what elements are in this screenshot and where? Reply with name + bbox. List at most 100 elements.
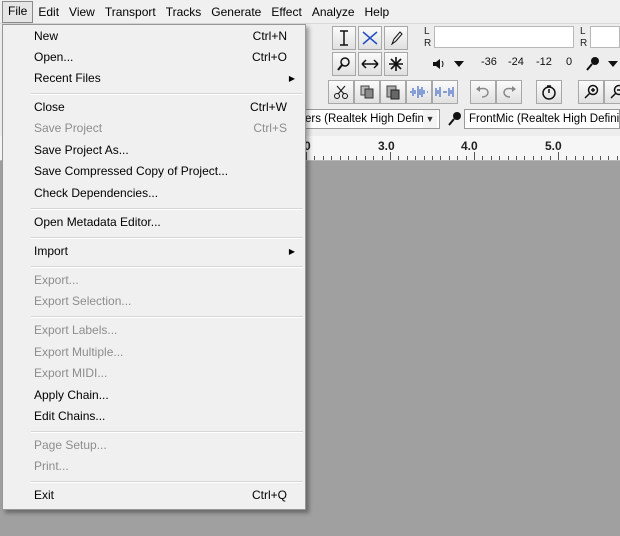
meter-scale-12: -12 [536,56,552,68]
trim-audio-icon[interactable] [406,80,432,104]
ruler-tick [541,156,542,160]
meter2-left-label: L [580,26,586,37]
menu-item-export-midi[interactable]: Export MIDI... [3,363,305,384]
menu-item-export-labels[interactable]: Export Labels... [3,320,305,341]
menu-separator [31,208,303,210]
menu-item-label: Page Setup... [34,438,107,452]
ruler-label: 5.0 [545,139,562,153]
ruler-tick [398,156,399,160]
menu-analyze[interactable]: Analyze [307,2,360,22]
chevron-down-icon[interactable] [600,52,620,76]
ruler-tick [491,156,492,160]
menu-item-label: Export Multiple... [34,345,124,359]
menu-item-save-project[interactable]: Save Project Ctrl+S [3,118,305,139]
chevron-down-icon: ▼ [423,110,437,128]
menu-item-shortcut: Ctrl+O [251,50,287,64]
menu-edit[interactable]: Edit [33,2,64,22]
envelope-tool-icon[interactable] [358,26,382,50]
menu-item-label: Print... [34,459,69,473]
playback-meter[interactable] [434,26,574,48]
menu-item-label: Export... [34,273,79,287]
ruler-tick [356,156,357,160]
ruler-tick [550,156,551,160]
sync-lock-icon[interactable] [536,80,562,104]
silence-audio-icon[interactable] [432,80,458,104]
menu-item-edit-chains[interactable]: Edit Chains... [3,406,305,427]
menu-item-export-multiple[interactable]: Export Multiple... [3,342,305,363]
menu-item-exit[interactable]: Exit Ctrl+Q [3,485,305,506]
menu-item-save-compressed-copy[interactable]: Save Compressed Copy of Project... [3,161,305,182]
menu-item-save-project-as[interactable]: Save Project As... [3,140,305,161]
menu-effect[interactable]: Effect [266,2,306,22]
draw-tool-icon[interactable] [384,26,408,50]
menu-item-open-metadata-editor[interactable]: Open Metadata Editor... [3,212,305,233]
undo-icon[interactable] [470,80,496,104]
menu-item-export[interactable]: Export... [3,270,305,291]
ruler-tick [575,156,576,160]
ruler-tick [600,156,601,160]
submenu-arrow-icon: ▶ [288,247,295,256]
output-device-select[interactable]: ers (Realtek High Definit ▼ [300,109,440,129]
menu-item-shortcut: Ctrl+S [253,121,287,135]
menu-item-export-selection[interactable]: Export Selection... [3,291,305,312]
copy-icon[interactable] [354,80,380,104]
ruler-tick [533,156,534,160]
menu-item-import[interactable]: Import ▶ [3,241,305,262]
ruler-tick [499,156,500,160]
menu-generate[interactable]: Generate [206,2,266,22]
menu-item-shortcut: Ctrl+Q [251,488,287,502]
input-device-select[interactable]: FrontMic (Realtek High Definiti [464,109,620,129]
output-device-value: ers (Realtek High Definit [305,113,430,125]
ruler-tick [466,156,467,160]
ruler-tick [306,152,307,160]
menu-item-apply-chain[interactable]: Apply Chain... [3,385,305,406]
ruler-tick [340,156,341,160]
zoom-in-icon[interactable] [578,80,604,104]
menu-item-shortcut: Ctrl+N [252,29,287,43]
record-meter[interactable] [590,26,620,48]
menu-item-label: Open... [34,50,74,64]
menu-item-page-setup[interactable]: Page Setup... [3,435,305,456]
ruler-tick [440,156,441,160]
ruler-tick [524,156,525,160]
file-menu: New Ctrl+N Open... Ctrl+O Recent Files ▶… [2,24,306,510]
menu-item-recent-files[interactable]: Recent Files ▶ [3,68,305,89]
ruler-tick [323,156,324,160]
time-shift-tool-icon[interactable] [358,52,382,76]
menu-item-new[interactable]: New Ctrl+N [3,26,305,47]
ruler-tick [331,156,332,160]
meter-scale-24: -24 [508,56,524,68]
ruler-tick [365,156,366,160]
ruler-tick [432,156,433,160]
menu-view[interactable]: View [64,2,100,22]
menu-item-shortcut: Ctrl+W [250,100,287,114]
menu-file[interactable]: File [2,0,34,23]
redo-icon[interactable] [496,80,522,104]
ruler-tick [407,156,408,160]
menu-help[interactable]: Help [360,2,395,22]
ruler-tick [482,156,483,160]
menu-item-close[interactable]: Close Ctrl+W [3,97,305,118]
input-device-value: FrontMic (Realtek High Definiti [469,113,620,125]
menu-item-label: Close [34,100,65,114]
zoom-out-icon[interactable] [604,80,620,104]
cut-icon[interactable] [328,80,354,104]
menu-item-label: Export Selection... [34,294,132,308]
menu-item-label: Apply Chain... [34,388,109,402]
menu-item-print[interactable]: Print... [3,456,305,477]
menu-transport[interactable]: Transport [100,2,161,22]
menu-item-label: Open Metadata Editor... [34,215,161,229]
paste-icon[interactable] [380,80,406,104]
menu-item-check-dependencies[interactable]: Check Dependencies... [3,183,305,204]
menu-tracks[interactable]: Tracks [161,2,207,22]
ruler-label: 4.0 [461,139,478,153]
ruler-tick [592,156,593,160]
selection-tool-icon[interactable] [332,26,356,50]
menu-item-label: Export Labels... [34,323,118,337]
chevron-down-icon[interactable] [446,52,472,76]
menu-item-label: New [34,29,59,43]
meter2-right-label: R [580,38,588,49]
multi-tool-icon[interactable] [384,52,408,76]
menu-item-open[interactable]: Open... Ctrl+O [3,47,305,68]
zoom-tool-icon[interactable] [332,52,356,76]
